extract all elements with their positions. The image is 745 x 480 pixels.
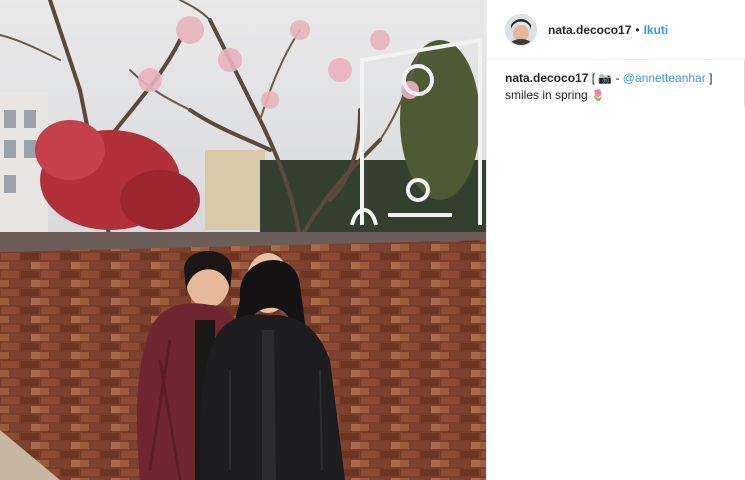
camera-icon: 📷 (598, 73, 613, 85)
caption-line-2: smiles in spring 🌷 (505, 87, 727, 104)
avatar-icon (506, 14, 536, 45)
avatar[interactable] (505, 13, 537, 46)
caption-username[interactable]: nata.decoco17 (505, 71, 588, 85)
header-separator: • (635, 22, 640, 37)
post-photo[interactable] (0, 0, 486, 480)
caption-text: smiles in spring (505, 88, 588, 102)
tulip-icon: 🌷 (591, 90, 605, 102)
post-sidebar: nata.decoco17 • Ikuti nata.decoco17 [ 📷 … (486, 0, 745, 480)
caption-open-bracket: [ (591, 71, 596, 85)
post-header: nata.decoco17 • Ikuti (487, 0, 745, 60)
caption-line-1: nata.decoco17 [ 📷 - @annetteanhar ] (505, 70, 727, 87)
follow-button[interactable]: Ikuti (644, 23, 669, 37)
caption-mention[interactable]: @annetteanhar (623, 71, 706, 85)
caption-dash: - (615, 71, 620, 85)
post-username[interactable]: nata.decoco17 (548, 23, 631, 37)
post-caption: nata.decoco17 [ 📷 - @annetteanhar ] smil… (487, 60, 745, 104)
caption-close-bracket: ] (709, 71, 713, 85)
